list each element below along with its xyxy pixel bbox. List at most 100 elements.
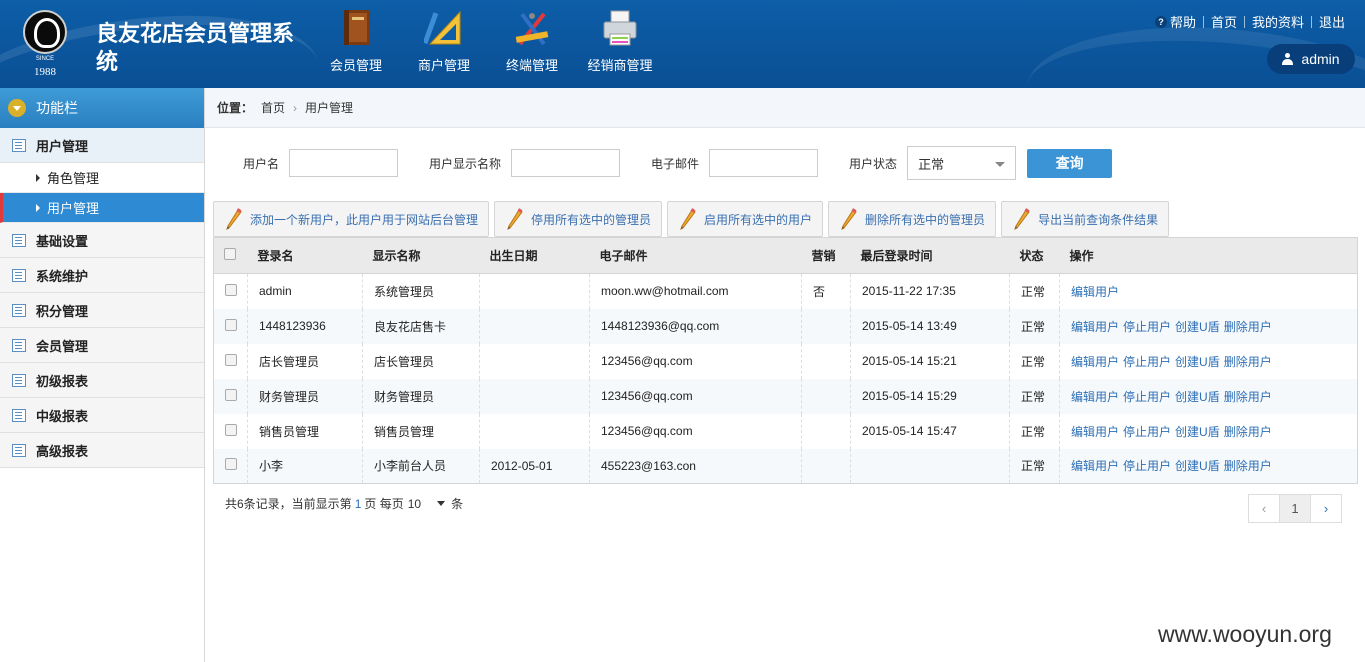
page-size-value[interactable]: 10 [408,497,421,511]
sidebar-group-label: 高级报表 [36,443,89,459]
cell-status: 正常 [1009,273,1060,309]
row-action-link[interactable]: 编辑用户 [1071,459,1119,473]
next-page-button[interactable]: › [1310,494,1342,523]
user-badge[interactable]: admin [1267,44,1355,74]
sidebar-header[interactable]: 功能栏 [0,88,204,128]
cell-status: 正常 [1009,308,1060,344]
row-action-link[interactable]: 创建U盾 [1175,390,1220,404]
row-action-link[interactable]: 编辑用户 [1071,425,1119,439]
divider [1202,15,1204,28]
cell-birth [479,273,590,309]
list-icon [12,373,26,387]
sidebar-item-role-management[interactable]: 角色管理 [0,163,204,193]
display-name-label: 用户显示名称 [429,156,502,171]
status-select[interactable]: 正常 [907,146,1017,180]
row-checkbox[interactable] [225,388,237,401]
cell-last-login: 2015-05-14 13:49 [850,308,1010,344]
row-action-link[interactable]: 编辑用户 [1071,390,1119,404]
pagination-info: 共6条记录，当前显示第 1 页 每页 10 条 [225,495,463,512]
profile-link[interactable]: 我的资料 [1252,12,1304,31]
row-action-link[interactable]: 删除用户 [1224,355,1272,369]
row-action-link[interactable]: 停止用户 [1123,355,1171,369]
row-checkbox[interactable] [225,283,237,296]
row-action-link[interactable]: 创建U盾 [1175,320,1220,334]
breadcrumb-home[interactable]: 首页 [261,99,285,116]
nav-dealer-management[interactable]: 经销商管理 [576,8,664,74]
row-checkbox[interactable] [225,318,237,331]
row-select-cell [213,308,248,344]
nav-terminal-management[interactable]: 终端管理 [488,8,576,74]
row-action-link[interactable]: 编辑用户 [1071,320,1119,334]
select-all-checkbox[interactable] [224,248,236,260]
nav-label: 经销商管理 [587,58,653,73]
page-button[interactable]: 1 [1279,494,1311,523]
cell-status: 正常 [1009,378,1060,414]
email-input[interactable] [709,149,819,177]
enable-selected-button[interactable]: 启用所有选中的用户 [667,201,824,237]
row-action-link[interactable]: 删除用户 [1224,320,1272,334]
sidebar-group-advanced-reports[interactable]: 高级报表 [0,433,204,468]
row-action-link[interactable]: 停止用户 [1123,320,1171,334]
cell-operations: 编辑用户 停止用户 创建U盾 删除用户 [1059,378,1358,414]
row-checkbox[interactable] [225,458,237,471]
column-header: 出生日期 [479,237,590,274]
nav-merchant-management[interactable]: 商户管理 [400,8,488,74]
row-checkbox[interactable] [225,423,237,436]
row-action-link[interactable]: 编辑用户 [1071,355,1119,369]
column-header: 状态 [1009,237,1060,274]
nav-member-management[interactable]: 会员管理 [312,8,400,74]
home-link[interactable]: 首页 [1211,12,1237,31]
chevron-down-icon[interactable] [437,501,446,506]
printer-icon [603,10,637,46]
cell-last-login: 2015-11-22 17:35 [850,273,1010,309]
sidebar-item-user-management[interactable]: 用户管理 [0,193,204,223]
row-action-link[interactable]: 删除用户 [1224,425,1272,439]
disable-selected-button[interactable]: 停用所有选中的管理员 [494,201,663,237]
row-action-link[interactable]: 停止用户 [1123,390,1171,404]
row-checkbox[interactable] [225,353,237,366]
row-action-link[interactable]: 创建U盾 [1175,425,1220,439]
book-icon [344,10,370,45]
button-label: 启用所有选中的用户 [704,212,813,227]
column-header: 登录名 [247,237,363,274]
display-name-input[interactable] [511,149,621,177]
add-user-button[interactable]: 添加一个新用户，此用户用于网站后台管理 [213,201,490,237]
row-action-link[interactable]: 停止用户 [1123,459,1171,473]
row-action-link[interactable]: 停止用户 [1123,425,1171,439]
cell-email: 123456@qq.com [589,413,802,449]
cell-marketing: 否 [801,273,851,309]
list-icon [12,233,26,247]
sidebar-group-basic-reports[interactable]: 初级报表 [0,363,204,398]
sidebar-group-points[interactable]: 积分管理 [0,293,204,328]
row-action-link[interactable]: 删除用户 [1224,390,1272,404]
username-input[interactable] [289,149,399,177]
help-link[interactable]: 帮助 [1170,12,1196,31]
sidebar-group-system-maintenance[interactable]: 系统维护 [0,258,204,293]
cell-email: moon.ww@hotmail.com [589,273,802,309]
sidebar-group-members[interactable]: 会员管理 [0,328,204,363]
cell-birth [479,308,590,344]
username: admin [1301,51,1340,67]
sidebar-group-intermediate-reports[interactable]: 中级报表 [0,398,204,433]
row-action-link[interactable]: 编辑用户 [1071,285,1119,299]
caret-right-icon [36,173,40,182]
pencil-icon [507,208,523,230]
cell-display: 良友花店售卡 [362,308,480,344]
cell-operations: 编辑用户 停止用户 创建U盾 删除用户 [1059,343,1358,379]
prev-page-button[interactable]: ‹ [1248,494,1280,523]
sidebar-group-user-management[interactable]: 用户管理 [0,128,204,163]
row-action-link[interactable]: 创建U盾 [1175,459,1220,473]
delete-selected-button[interactable]: 删除所有选中的管理员 [828,201,997,237]
query-button[interactable]: 查询 [1027,148,1113,178]
export-results-button[interactable]: 导出当前查询条件结果 [1001,201,1170,237]
row-action-link[interactable]: 删除用户 [1224,459,1272,473]
status-select-value: 正常 [918,156,945,172]
logout-link[interactable]: 退出 [1319,12,1345,31]
table-row: admin 系统管理员 moon.ww@hotmail.com 否 2015-11-22… [214,273,1358,309]
sidebar-group-label: 积分管理 [36,303,89,319]
cell-marketing [801,343,851,379]
sidebar-group-basic-settings[interactable]: 基础设置 [0,223,204,258]
list-icon [12,443,26,457]
pencil-icon [226,208,242,230]
row-action-link[interactable]: 创建U盾 [1175,355,1220,369]
